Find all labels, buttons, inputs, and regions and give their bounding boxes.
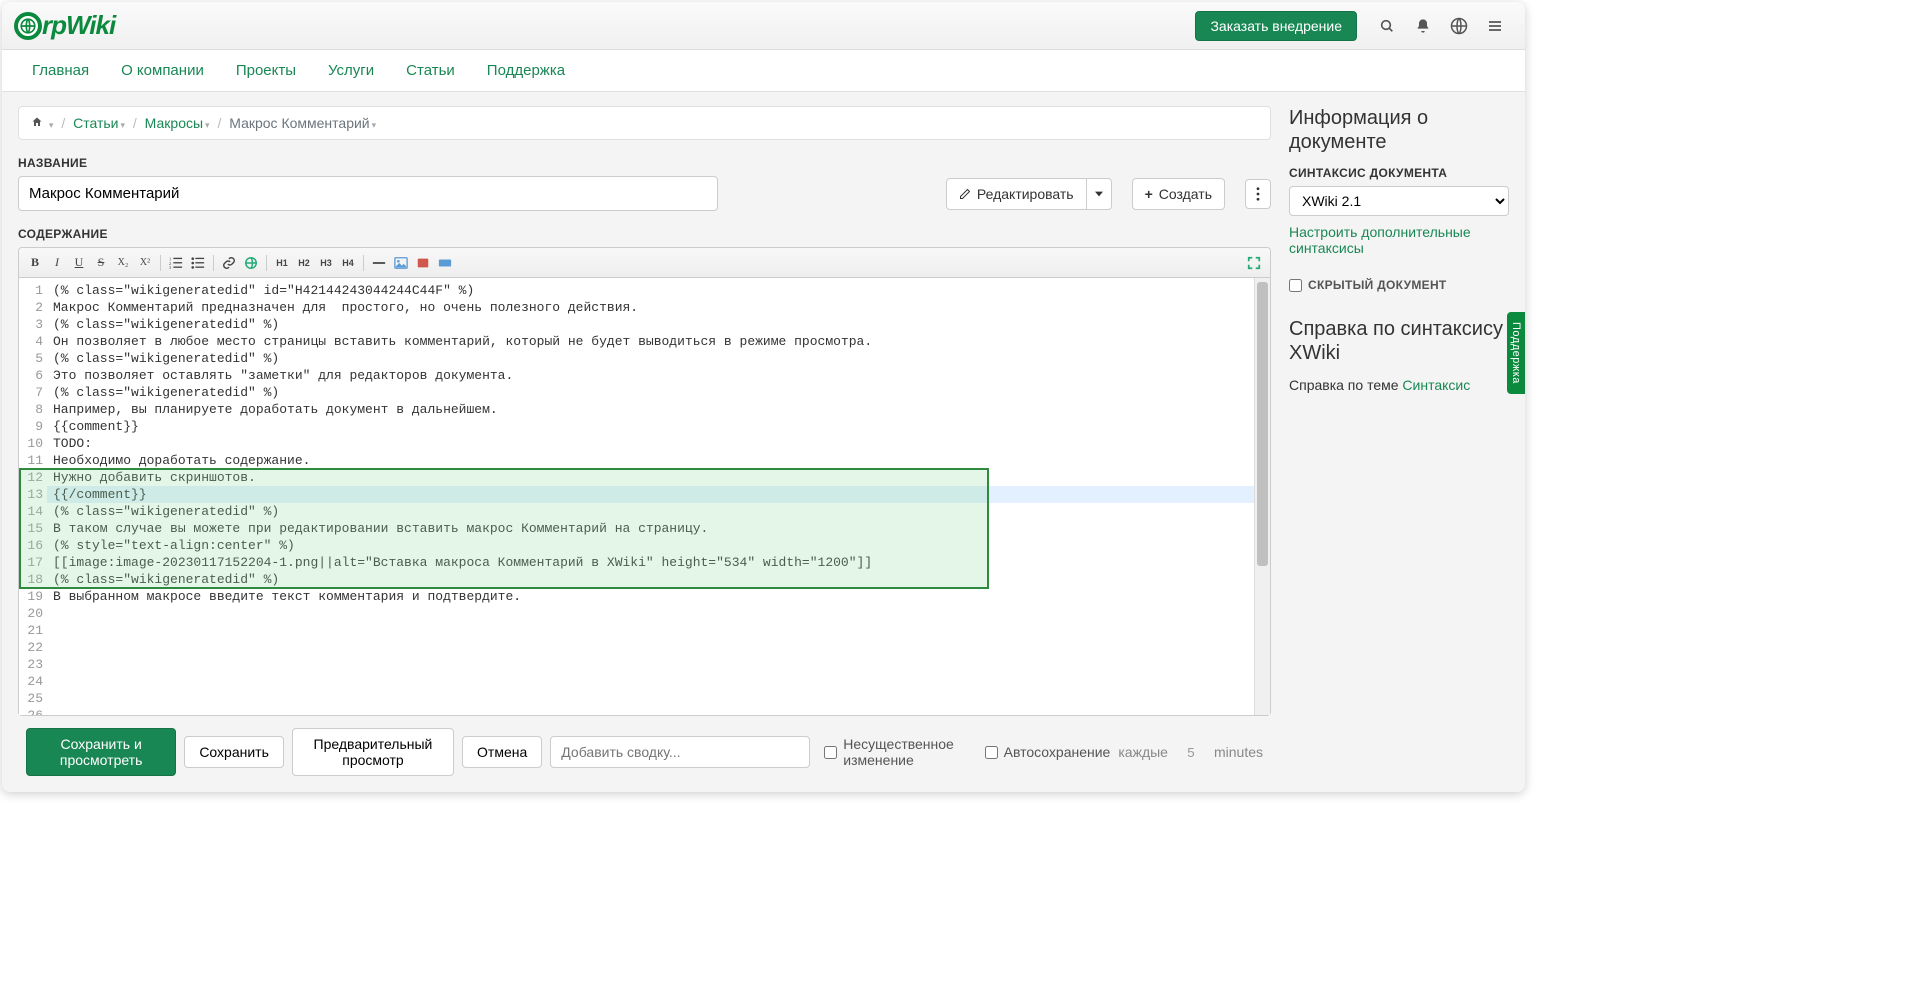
notifications-icon[interactable] (1405, 8, 1441, 44)
support-tab[interactable]: Поддержка (1507, 312, 1525, 394)
syntax-select[interactable]: XWiki 2.1 (1289, 186, 1509, 216)
edit-button[interactable]: Редактировать (946, 178, 1087, 210)
configure-syntaxes-link[interactable]: Настроить дополнительные синтаксисы (1289, 224, 1471, 256)
save-and-view-button[interactable]: Сохранить и просмотреть (26, 728, 176, 776)
search-icon[interactable] (1369, 8, 1405, 44)
nav-item-articles[interactable]: Статьи (392, 52, 469, 89)
primary-nav: Главная О компании Проекты Услуги Статьи… (2, 50, 1525, 92)
breadcrumb: ▾ / Статьи▾ / Макросы▾ / Макрос Коммента… (18, 106, 1271, 140)
plus-icon: + (1145, 186, 1153, 202)
content-label: СОДЕРЖАНИЕ (18, 227, 1271, 241)
logo-globe-icon (14, 12, 42, 40)
title-label: НАЗВАНИЕ (18, 156, 87, 170)
superscript-button[interactable]: X² (135, 253, 155, 273)
vertical-scrollbar[interactable] (1254, 278, 1270, 715)
kebab-icon (1256, 187, 1260, 201)
summary-input[interactable] (550, 736, 810, 768)
home-icon[interactable] (31, 115, 47, 131)
unordered-list-button[interactable] (188, 253, 208, 273)
preview-button[interactable]: Предварительный просмотр (292, 728, 454, 776)
sidebar-right: Информация о документе СИНТАКСИС ДОКУМЕН… (1289, 106, 1509, 778)
breadcrumb-macros[interactable]: Макросы (145, 115, 203, 131)
syntax-label: СИНТАКСИС ДОКУМЕНТА (1289, 166, 1509, 180)
h4-button[interactable]: H4 (338, 253, 358, 273)
top-banner: rpWiki Заказать внедрение (2, 2, 1525, 50)
doc-info-title: Информация о документе (1289, 106, 1509, 154)
hamburger-menu-icon[interactable] (1477, 8, 1513, 44)
edit-button-label: Редактировать (977, 186, 1074, 202)
minor-change-checkbox[interactable]: Несущественное изменение (824, 736, 970, 768)
syntax-help-prefix: Справка по теме (1289, 377, 1402, 393)
fullscreen-button[interactable] (1244, 253, 1264, 273)
hr-button[interactable] (369, 253, 389, 273)
attachment-button[interactable] (413, 253, 433, 273)
h3-button[interactable]: H3 (316, 253, 336, 273)
autosave-checkbox[interactable]: Автосохранение (985, 744, 1111, 760)
logo-text: rpWiki (42, 10, 115, 41)
save-button[interactable]: Сохранить (184, 736, 284, 768)
svg-text:3: 3 (169, 265, 172, 270)
h2-button[interactable]: H2 (294, 253, 314, 273)
subscript-button[interactable]: X₂ (113, 253, 133, 273)
underline-button[interactable]: U (69, 253, 89, 273)
nav-item-home[interactable]: Главная (18, 52, 103, 89)
syntax-help-link[interactable]: Синтаксис (1402, 377, 1470, 393)
chevron-down-icon (1095, 190, 1103, 198)
pencil-icon (959, 188, 971, 200)
language-globe-icon[interactable] (1441, 8, 1477, 44)
cancel-button[interactable]: Отмена (462, 736, 542, 768)
strike-button[interactable]: S (91, 253, 111, 273)
link-button[interactable] (219, 253, 239, 273)
autosave-interval-input[interactable] (1176, 740, 1206, 765)
title-input[interactable] (18, 176, 718, 211)
bold-button[interactable]: B (25, 253, 45, 273)
autosave-unit-label: minutes (1214, 744, 1263, 760)
macro-button[interactable] (435, 253, 455, 273)
external-link-button[interactable] (241, 253, 261, 273)
editor: B I U S X₂ X² 123 H1 H2 H3 H4 (18, 247, 1271, 716)
italic-button[interactable]: I (47, 253, 67, 273)
create-button[interactable]: + Создать (1132, 178, 1225, 210)
ordered-list-button[interactable]: 123 (166, 253, 186, 273)
nav-item-services[interactable]: Услуги (314, 52, 388, 89)
footer-actions: Сохранить и просмотреть Сохранить Предва… (18, 716, 1271, 778)
editor-toolbar: B I U S X₂ X² 123 H1 H2 H3 H4 (19, 248, 1270, 278)
h1-button[interactable]: H1 (272, 253, 292, 273)
image-button[interactable] (391, 253, 411, 273)
nav-item-support[interactable]: Поддержка (473, 52, 579, 89)
hidden-doc-checkbox[interactable]: СКРЫТЫЙ ДОКУМЕНТ (1289, 278, 1447, 292)
syntax-help-title: Справка по синтаксису XWiki (1289, 317, 1509, 365)
nav-item-projects[interactable]: Проекты (222, 52, 310, 89)
order-implementation-button[interactable]: Заказать внедрение (1195, 11, 1357, 41)
logo[interactable]: rpWiki (14, 10, 115, 41)
more-actions-button[interactable] (1245, 179, 1271, 209)
breadcrumb-current: Макрос Комментарий (229, 115, 369, 131)
create-button-label: Создать (1159, 186, 1212, 202)
autosave-every-label: каждые (1118, 744, 1168, 760)
breadcrumb-articles[interactable]: Статьи (73, 115, 118, 131)
nav-item-about[interactable]: О компании (107, 52, 218, 89)
code-editor[interactable]: 1234567891011121314151617181920212223242… (19, 278, 1270, 715)
edit-dropdown-toggle[interactable] (1087, 178, 1112, 210)
